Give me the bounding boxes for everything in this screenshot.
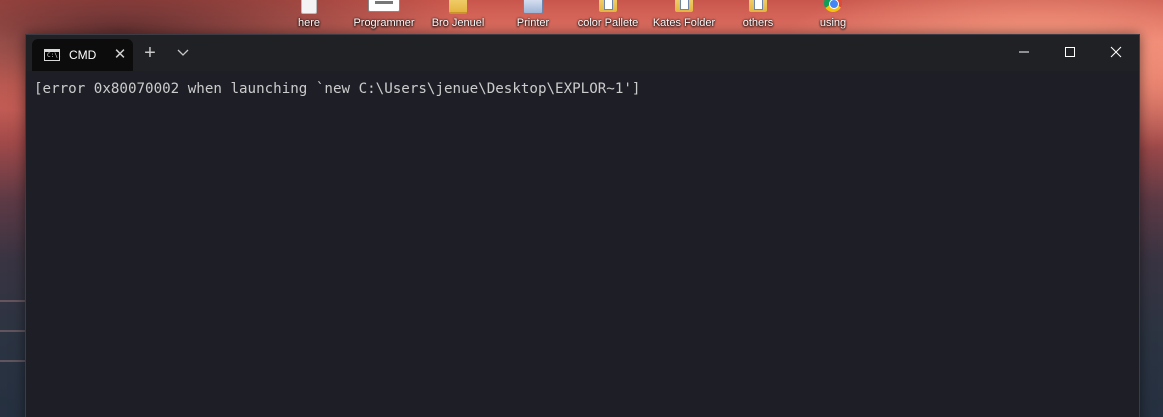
wallpaper-detail <box>0 360 28 362</box>
close-tab-icon[interactable]: ✕ <box>111 46 129 64</box>
maximize-icon <box>1065 47 1075 57</box>
desktop: here Programmer Bro Jenuel Printer color… <box>0 0 1163 417</box>
desktop-icon-label: Kates Folder <box>652 17 716 29</box>
tab-cmd[interactable]: C:\. CMD ✕ <box>32 39 133 71</box>
desktop-icon-printer[interactable]: Printer <box>495 0 571 34</box>
desktop-icon-programmer[interactable]: Programmer <box>346 0 422 34</box>
folder-icon <box>301 0 317 14</box>
desktop-icon-label: using <box>819 17 847 29</box>
desktop-icon-label: others <box>742 17 774 29</box>
folder-icon <box>675 0 693 12</box>
cmd-icon: C:\. <box>44 49 62 61</box>
terminal-window: C:\. CMD ✕ + [error 0x80070002 when laun… <box>25 34 1140 417</box>
cmd-icon-text: C:\. <box>47 52 62 59</box>
chevron-down-icon[interactable] <box>172 43 194 63</box>
desktop-icons: here Programmer Bro Jenuel Printer color… <box>0 0 1163 34</box>
tab-bar: C:\. CMD ✕ + <box>26 35 1139 71</box>
maximize-button[interactable] <box>1047 35 1093 69</box>
desktop-icon-label: color Pallete <box>577 17 639 29</box>
close-window-button[interactable] <box>1093 35 1139 69</box>
desktop-icon-here[interactable]: here <box>271 0 347 34</box>
folder-icon <box>599 0 617 12</box>
desktop-icon-using[interactable]: using <box>795 0 871 34</box>
document-icon <box>368 0 400 12</box>
desktop-icon-label: here <box>297 17 321 29</box>
wallpaper-detail <box>0 330 28 332</box>
desktop-icon-label: Printer <box>516 17 550 29</box>
desktop-icon-bro-jenuel[interactable]: Bro Jenuel <box>420 0 496 34</box>
desktop-icon-kates-folder[interactable]: Kates Folder <box>646 0 722 34</box>
terminal-output-line: [error 0x80070002 when launching `new C:… <box>34 81 641 97</box>
wallpaper-detail <box>0 300 28 302</box>
close-icon <box>1110 46 1122 58</box>
folder-icon <box>449 0 467 14</box>
chrome-icon <box>824 0 842 12</box>
new-tab-button[interactable]: + <box>139 42 161 64</box>
desktop-icon-label: Bro Jenuel <box>431 17 485 29</box>
folder-icon <box>749 0 767 12</box>
desktop-icon-label: Programmer <box>353 17 415 29</box>
minimize-icon <box>1019 51 1029 53</box>
terminal-content[interactable]: [error 0x80070002 when launching `new C:… <box>26 71 1139 417</box>
desktop-icon-color-pallete[interactable]: color Pallete <box>570 0 646 34</box>
tab-title: CMD <box>69 48 97 62</box>
minimize-button[interactable] <box>1001 35 1047 69</box>
desktop-icon-others[interactable]: others <box>720 0 796 34</box>
printer-icon <box>523 0 543 14</box>
